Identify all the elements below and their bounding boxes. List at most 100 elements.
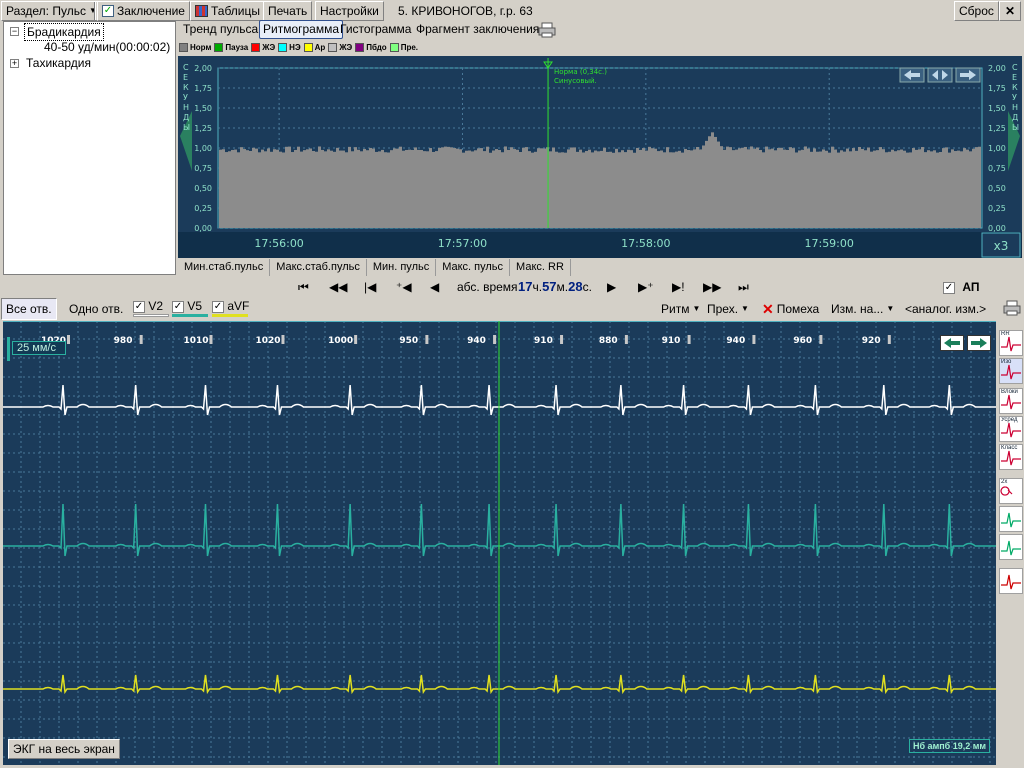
close-button[interactable]: ✕ — [999, 1, 1021, 21]
nav-first-icon[interactable]: ⏮ — [298, 278, 309, 296]
legend-label: ЖЭ — [339, 43, 353, 52]
legend-item[interactable]: Ар — [303, 43, 325, 52]
side-tool-1-icon[interactable]: RR — [999, 330, 1023, 356]
reset-button[interactable]: Сброс — [954, 1, 999, 21]
tree-item-tachycardia[interactable]: Тахикардия — [26, 55, 91, 71]
chevron-down-icon: ▼ — [741, 304, 749, 313]
side-tool-3-icon[interactable]: Влоки — [999, 388, 1023, 414]
tab-pulse-trend[interactable]: Тренд пульса — [180, 20, 261, 39]
tab-min-stable-pulse[interactable]: Мин.стаб.пульс — [178, 259, 271, 276]
tab-conclusion-fragment[interactable]: Фрагмент заключения — [413, 20, 542, 39]
lead-v2-toggle[interactable]: ✓ V2 — [133, 299, 169, 317]
nav-next-event-icon[interactable]: ▶! — [672, 278, 685, 296]
rr-bar — [465, 150, 468, 228]
rr-bar — [399, 146, 402, 228]
settings-button[interactable]: Настройки — [315, 1, 384, 21]
nav-prev-event-icon[interactable]: |◀ — [364, 278, 376, 296]
y-axis-label-char: К — [1012, 83, 1018, 92]
nav-last-icon[interactable]: ⏭ — [738, 278, 749, 296]
ecg-next-arrow-icon[interactable] — [967, 335, 991, 351]
side-tool-4-icon[interactable]: Усред — [999, 416, 1023, 442]
collapse-icon[interactable]: − — [10, 27, 19, 36]
noise-button[interactable]: ✕ Помеха — [757, 299, 825, 319]
tab-max-rr[interactable]: Макс. RR — [510, 259, 571, 276]
legend-item[interactable]: ЖЭ — [251, 43, 275, 52]
conclusion-button[interactable]: ✓ Заключение — [97, 1, 190, 21]
rhythmogram-chart[interactable]: 2,00 2,00 1,75 1,75 1,50 1,50 1,25 1,25 1,00 1,00… — [178, 56, 1022, 258]
rhythm-dropdown[interactable]: Ритм ▼ — [656, 299, 706, 319]
lead-v5-toggle[interactable]: ✓ V5 — [172, 299, 208, 317]
rr-bar — [867, 147, 870, 228]
rr-bar — [471, 151, 474, 228]
tree-item-bradycardia-40-50[interactable]: 40-50 уд/мин(00:00:02) — [44, 39, 170, 55]
print-button[interactable]: Печать — [263, 1, 313, 21]
rr-label: 960 — [793, 336, 812, 346]
nav-next-marker-icon[interactable]: ▶⁺ — [638, 278, 654, 296]
rr-bar — [255, 148, 258, 228]
rr-bar — [606, 151, 609, 228]
nav-fast-back-icon[interactable]: ◀◀ — [329, 278, 347, 296]
rr-bar — [828, 152, 831, 228]
rr-bar — [225, 152, 228, 228]
tables-button[interactable]: Таблицы — [190, 1, 266, 21]
nav-step-back-icon[interactable]: ◀ — [430, 278, 439, 296]
legend-swatch — [251, 43, 261, 52]
tab-histogram[interactable]: Гистограмма — [337, 20, 414, 39]
tab-min-pulse[interactable]: Мин. пульс — [367, 259, 437, 276]
prex-dropdown[interactable]: Прех. ▼ — [702, 299, 754, 319]
legend-item[interactable]: Пре. — [389, 43, 418, 52]
rr-bar — [909, 152, 912, 228]
legend-item[interactable]: Норм — [179, 43, 211, 52]
rr-bar — [453, 148, 456, 228]
ap-checkbox[interactable]: ✓ АП — [943, 278, 979, 296]
printer-icon[interactable] — [538, 22, 556, 38]
nav-fast-forward-icon[interactable]: ▶▶ — [703, 278, 721, 296]
rr-bar — [537, 148, 540, 228]
tab-max-pulse[interactable]: Макс. пульс — [436, 259, 511, 276]
rr-tick — [425, 335, 429, 344]
rr-bar — [819, 151, 822, 228]
lead-avf-toggle[interactable]: ✓ aVF — [212, 299, 249, 317]
all-leads-button[interactable]: Все отв. — [1, 298, 57, 320]
rr-bar — [477, 148, 480, 228]
side-tool-2-icon[interactable]: Изо — [999, 358, 1023, 384]
side-tool-8-icon[interactable] — [999, 534, 1023, 560]
expand-icon[interactable]: + — [10, 59, 19, 68]
rr-bar — [741, 147, 744, 228]
side-tool-7-icon[interactable] — [999, 506, 1023, 532]
rr-bar — [252, 147, 255, 228]
one-lead-button[interactable]: Одно отв. — [64, 299, 129, 319]
rr-bar — [888, 151, 891, 228]
ecg-prev-arrow-icon[interactable] — [940, 335, 964, 351]
measure-dropdown[interactable]: Изм. на... ▼ — [826, 299, 900, 319]
legend-item[interactable]: Пбдо — [355, 43, 387, 52]
rr-bar — [933, 150, 936, 228]
rr-bar — [426, 151, 429, 228]
rr-bar — [708, 136, 711, 228]
abs-time-value: 17ч.57м.28с. — [518, 278, 592, 296]
y-tick-right: 1,75 — [988, 84, 1006, 93]
tab-rhythmogram[interactable]: Ритмограмма — [259, 20, 344, 39]
legend-item[interactable]: ЖЭ — [328, 43, 352, 52]
analog-measure-button[interactable]: <аналог. изм.> — [900, 299, 992, 319]
side-tool-9-icon[interactable] — [999, 568, 1023, 594]
y-tick-right: 0,25 — [988, 204, 1006, 213]
nav-step-forward-icon[interactable]: ▶ — [607, 278, 616, 296]
rr-bar — [948, 152, 951, 228]
analog-label: <аналог. изм.> — [905, 302, 987, 316]
section-dropdown[interactable]: Раздел: Пульс ▼ — [1, 1, 102, 21]
legend-item[interactable]: НЭ — [278, 43, 301, 52]
rr-tick — [624, 335, 628, 344]
rr-bar — [699, 149, 702, 228]
ecg-chart[interactable]: 1020980101010201000950940910880910940960… — [3, 321, 996, 765]
rr-bar — [855, 150, 858, 228]
side-tool-5-icon[interactable]: Класс — [999, 444, 1023, 470]
legend-item[interactable]: Пауза — [214, 43, 248, 52]
side-tool-6-icon[interactable]: 2х — [999, 478, 1023, 504]
rr-bar — [861, 148, 864, 228]
tab-max-stable-pulse[interactable]: Макс.стаб.пульс — [270, 259, 367, 276]
rr-bar — [390, 150, 393, 228]
nav-prev-marker-icon[interactable]: ⁺◀ — [396, 278, 412, 296]
ecg-printer-icon[interactable] — [1003, 300, 1021, 316]
fullscreen-ecg-button[interactable]: ЭКГ на весь экран — [8, 739, 120, 759]
